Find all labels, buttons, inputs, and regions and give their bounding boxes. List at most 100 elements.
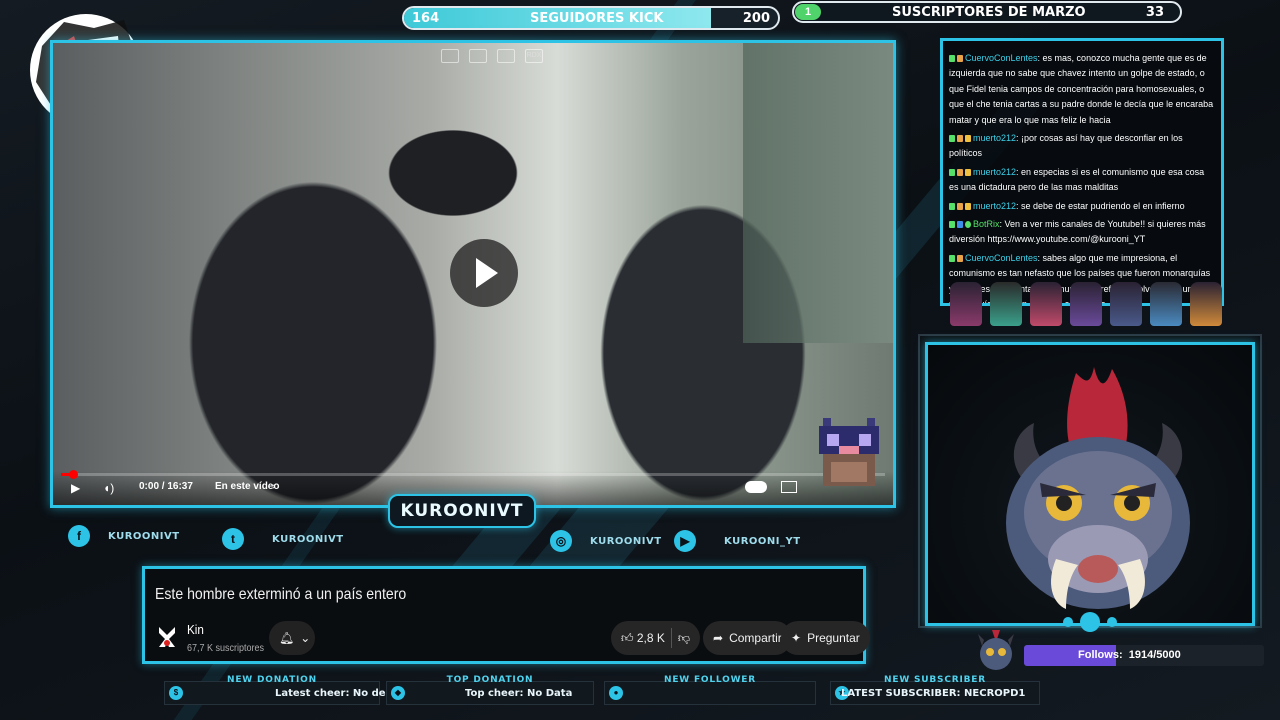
- kick-goal-target: 200: [742, 11, 770, 26]
- enter-icon[interactable]: [469, 49, 487, 63]
- social-youtube[interactable]: ▶ KUROONI_YT: [674, 530, 801, 552]
- kick-goal-current: 164: [412, 11, 440, 26]
- instagram-icon: ◎: [550, 530, 572, 552]
- sub-badge-icon: [957, 135, 963, 143]
- sub-badge-icon: [957, 255, 963, 262]
- sub-badge-icon: [957, 55, 963, 63]
- dislike-button[interactable]: 👎︎: [678, 631, 690, 646]
- kick-goal-label: SEGUIDORES KICK: [530, 11, 664, 26]
- subs-goal-badge: 1: [795, 4, 821, 20]
- follows-goal-bar: Follows: 1914/5000: [1024, 645, 1264, 666]
- video-title[interactable]: Este hombre exterminó a un país entero: [155, 586, 406, 604]
- subscriber-count: 67,7 K suscriptores: [187, 643, 265, 654]
- webcam-frame: [925, 342, 1255, 626]
- pixel-character-sprite: [819, 418, 879, 486]
- kick-badge-icon: [949, 135, 955, 143]
- pixel-character: [1070, 282, 1102, 326]
- video-player[interactable]: RDX ▶ ◖) 0:00 / 16:37 En este vídeo ›: [50, 40, 896, 508]
- alert-new-follower: NEW FOLLOWER ●: [604, 675, 816, 705]
- youtube-icon: ▶: [674, 530, 696, 552]
- social-facebook-label: KUROONIVT: [108, 530, 180, 542]
- ask-button[interactable]: ✦ Preguntar: [781, 621, 870, 655]
- follows-label: Follows:: [1078, 649, 1123, 661]
- chat-username[interactable]: muerto212: [973, 167, 1016, 177]
- alert-new-subscriber: NEW SUBSCRIBER ★ LATEST SUBSCRIBER: NECR…: [830, 675, 1040, 705]
- chat-panel[interactable]: CuervoConLentes: es mas, conozco mucha g…: [940, 38, 1224, 306]
- video-time: 0:00 / 16:37: [139, 481, 193, 492]
- play-icon[interactable]: ▶: [71, 481, 80, 495]
- like-dislike-group: 👍︎ 2,8 K 👎︎: [611, 621, 701, 655]
- gift-badge-icon: [965, 135, 971, 143]
- alert-top-donation: TOP DONATION ◆ Top cheer: No Data: [386, 675, 594, 705]
- follows-goal-text: Follows: 1914/5000: [1078, 649, 1181, 661]
- vtuber-avatar: [1006, 367, 1190, 609]
- sub-badge-icon: [957, 168, 963, 176]
- chat-username[interactable]: CuervoConLentes: [965, 253, 1038, 263]
- chevron-down-icon: ⌄: [300, 631, 311, 645]
- alert-top-donation-value: Top cheer: No Data: [465, 688, 573, 699]
- volume-icon[interactable]: ◖): [103, 481, 114, 495]
- pip-icon[interactable]: [441, 49, 459, 63]
- donation-icon: $: [169, 686, 183, 700]
- channel-name-plate: KUROONIVT: [388, 494, 536, 528]
- pixel-character: [1030, 282, 1062, 326]
- alert-new-follower-title: NEW FOLLOWER: [664, 675, 756, 685]
- chat-text: : es mas, conozco mucha gente que es de …: [949, 53, 1214, 125]
- follower-icon: ●: [609, 686, 623, 700]
- channel-icon[interactable]: [157, 625, 177, 649]
- autoplay-toggle[interactable]: [745, 481, 767, 493]
- play-button[interactable]: [450, 239, 518, 307]
- verified-badge-icon: [965, 221, 971, 229]
- mini-avatar-icon: [978, 630, 1014, 670]
- chat-username[interactable]: muerto212: [973, 133, 1016, 143]
- twitter-icon: t: [222, 528, 244, 550]
- like-button[interactable]: 👍︎ 2,8 K: [621, 631, 665, 646]
- video-progress-bar[interactable]: [61, 470, 885, 479]
- notification-bell-button[interactable]: 🔔︎ ⌄: [269, 621, 315, 655]
- ask-label: Preguntar: [807, 631, 860, 645]
- sparkle-icon: ✦: [791, 631, 802, 645]
- social-instagram[interactable]: ◎ KUROONIVT: [550, 530, 662, 552]
- channel-name-link[interactable]: Kin: [187, 622, 204, 637]
- share-button[interactable]: ➦ Compartir: [703, 621, 792, 655]
- alert-top-donation-title: TOP DONATION: [446, 675, 534, 685]
- pixel-characters-row: [950, 282, 1226, 328]
- social-facebook[interactable]: f KUROONIVT: [68, 525, 180, 547]
- next-icon[interactable]: [497, 49, 515, 63]
- social-instagram-label: KUROONIVT: [590, 535, 662, 547]
- subtitles-icon[interactable]: [781, 481, 797, 493]
- gift-badge-icon: [965, 202, 971, 210]
- share-label: Compartir: [729, 631, 782, 645]
- chevron-right-icon: ›: [272, 481, 276, 492]
- subs-goal-label: SUSCRIPTORES DE MARZO: [892, 5, 1086, 20]
- bot-badge-icon: [957, 221, 963, 229]
- chat-message: BotRix: Ven a ver mis canales de Youtube…: [949, 217, 1215, 248]
- chat-message: muerto212: ¡por cosas así hay que descon…: [949, 131, 1215, 162]
- pixel-character: [1150, 282, 1182, 326]
- video-info-card: Este hombre exterminó a un país entero K…: [142, 566, 870, 664]
- rdx-icon[interactable]: RDX: [525, 49, 543, 63]
- chat-message: CuervoConLentes: es mas, conozco mucha g…: [949, 51, 1215, 128]
- pixel-character: [1110, 282, 1142, 326]
- video-scene-door: [743, 43, 893, 343]
- chat-text: : se debe de estar pudriendo el en infie…: [1016, 200, 1185, 211]
- sub-badge-icon: [957, 202, 963, 210]
- kick-badge-icon: [949, 221, 955, 229]
- social-twitter[interactable]: t KUROONIVT: [222, 528, 344, 550]
- social-youtube-label: KUROONI_YT: [724, 535, 801, 547]
- kick-badge-icon: [949, 255, 955, 262]
- like-divider: [670, 628, 672, 648]
- chat-username[interactable]: CuervoConLentes: [965, 53, 1038, 63]
- kick-followers-goal-bar: 164 SEGUIDORES KICK 200: [402, 6, 780, 30]
- chat-username[interactable]: muerto212: [973, 201, 1016, 211]
- pixel-character: [990, 282, 1022, 326]
- chapter-link[interactable]: En este vídeo: [215, 481, 279, 492]
- alert-new-donation-value: Latest cheer: No de: [275, 688, 386, 699]
- pixel-character: [950, 282, 982, 326]
- chat-username[interactable]: BotRix: [973, 219, 1000, 229]
- facebook-icon: f: [68, 525, 90, 547]
- subs-goal-target: 33: [1145, 5, 1164, 20]
- gift-badge-icon: [965, 168, 971, 176]
- kick-badge-icon: [949, 55, 955, 63]
- cheer-icon: ◆: [391, 686, 405, 700]
